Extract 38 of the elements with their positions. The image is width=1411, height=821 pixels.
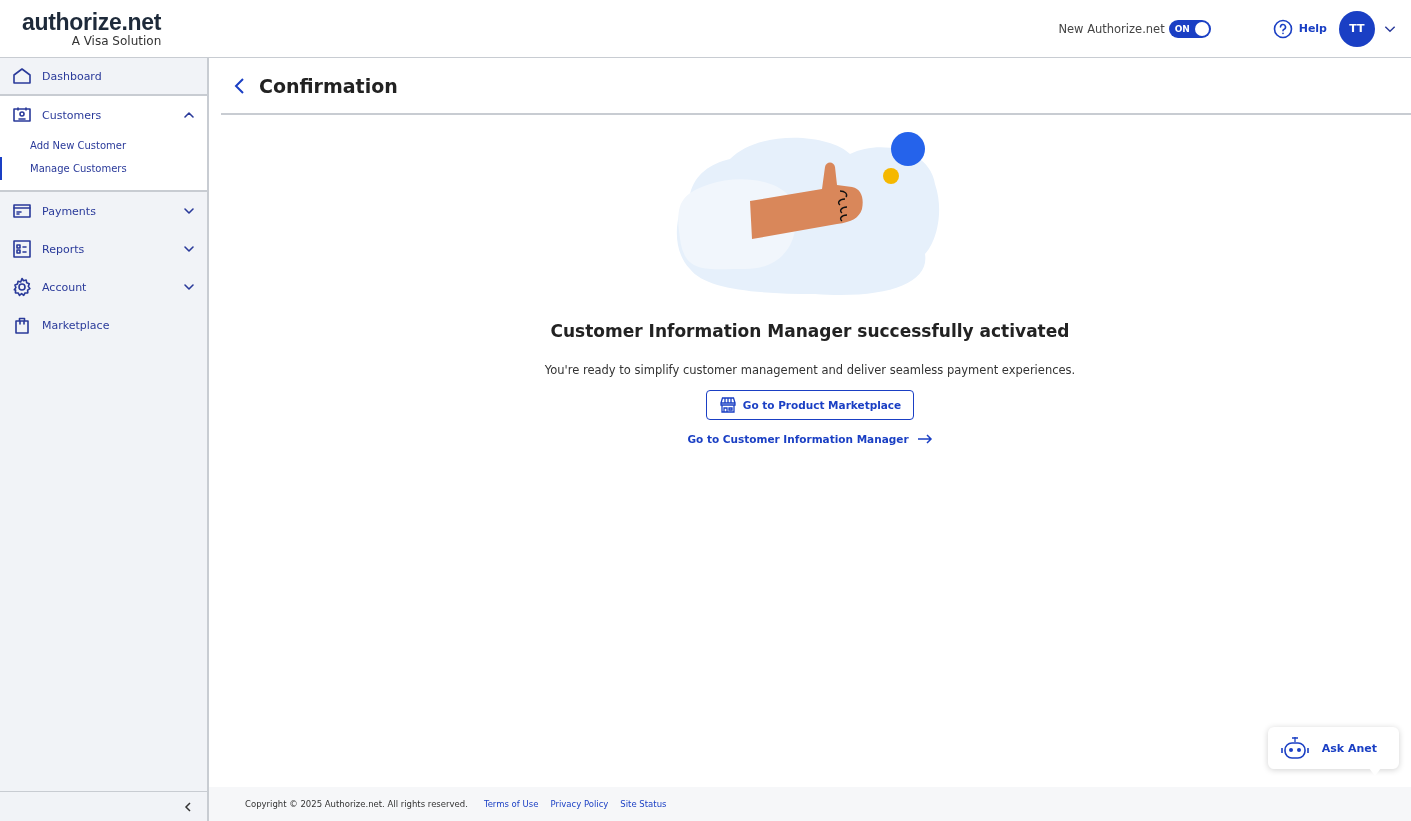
store-icon <box>718 396 737 414</box>
robot-icon <box>1279 735 1310 761</box>
help-button[interactable]: Help <box>1272 18 1327 39</box>
sidebar-item[interactable]: Marketplace <box>0 306 207 344</box>
toggle-switch[interactable]: ON <box>1168 19 1211 38</box>
sidebar-item[interactable]: Customers <box>0 96 207 134</box>
report-icon <box>12 239 32 259</box>
footer-link[interactable]: Terms of Use <box>483 799 539 809</box>
sidebar-subitem[interactable]: Add New Customer <box>0 134 207 157</box>
marketplace-button[interactable]: Go to Product Marketplace <box>705 390 915 420</box>
help-icon <box>1272 18 1293 39</box>
sidebar-item[interactable]: Payments <box>0 192 207 230</box>
sidebar-item[interactable]: Reports <box>0 230 207 268</box>
logo-tagline: A Visa Solution <box>71 33 162 48</box>
toggle-label: New Authorize.net <box>1058 21 1165 36</box>
settings-icon <box>12 277 32 297</box>
logo[interactable]: authorize.net <box>22 9 162 34</box>
arrow-right-icon <box>916 434 933 444</box>
card-icon <box>12 201 32 221</box>
user-avatar[interactable]: TT <box>1339 10 1375 47</box>
back-button[interactable] <box>233 76 247 95</box>
bag-icon <box>12 315 32 335</box>
chevron-left-icon <box>183 800 193 813</box>
success-message: You're ready to simplify customer management and deliver seamless payment experiences. <box>544 363 1076 377</box>
cim-link[interactable]: Go to Customer Information Manager <box>687 433 933 445</box>
sidebar-subitem[interactable]: Manage Customers <box>0 157 207 180</box>
id-card-icon <box>12 105 32 125</box>
chevron-down-icon <box>183 205 195 217</box>
copyright-text: Copyright © 2025 Authorize.net. All rights reserved. <box>245 799 468 809</box>
footer-link[interactable]: Site Status <box>620 799 667 809</box>
chevron-up-icon <box>183 109 195 121</box>
footer-link[interactable]: Privacy Policy <box>550 799 609 809</box>
page-title: Confirmation <box>259 74 398 97</box>
sidebar-item[interactable]: Account <box>0 268 207 306</box>
success-heading: Customer Information Manager successfully activated <box>550 321 1070 341</box>
home-icon <box>12 66 32 86</box>
chevron-down-icon <box>183 243 195 255</box>
chevron-down-icon <box>183 281 195 293</box>
